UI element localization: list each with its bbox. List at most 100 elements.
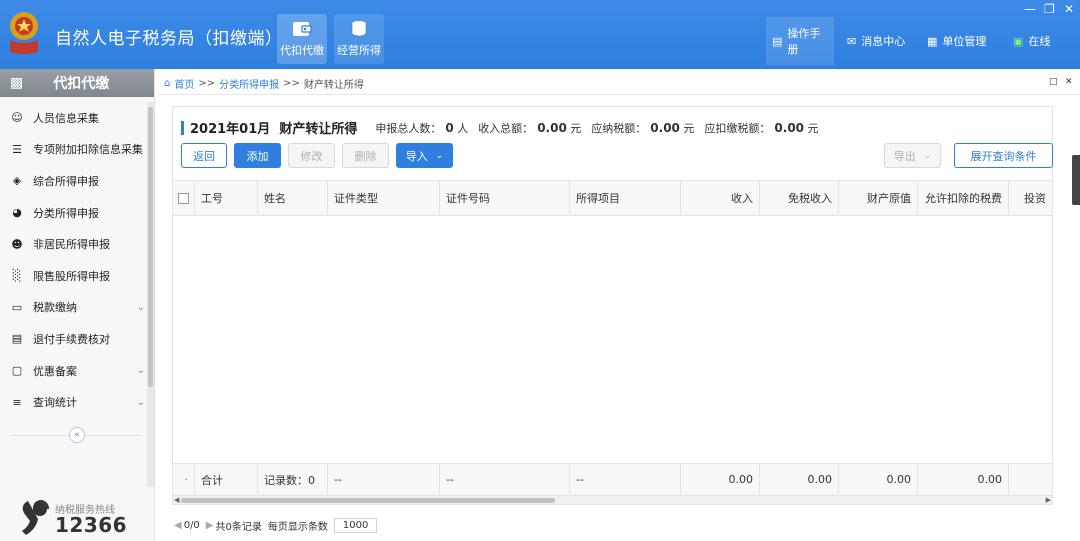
- next-page-icon[interactable]: ▶: [206, 520, 214, 531]
- sidebar-item[interactable]: ▤ 退付手续费核对: [0, 323, 147, 355]
- online-status-button[interactable]: ▣ 在线: [1013, 17, 1050, 65]
- sidebar-item[interactable]: ◕ 分类所得申报: [0, 197, 147, 229]
- sidebar-item[interactable]: ▢ 优惠备案 ⌄: [0, 355, 147, 387]
- col-id-number[interactable]: 证件号码: [440, 181, 570, 215]
- col-tax-free-income[interactable]: 免税收入: [760, 181, 839, 215]
- col-original-value[interactable]: 财产原值: [839, 181, 918, 215]
- edit-button[interactable]: 修改: [288, 143, 335, 168]
- sidebar-item-label: 人员信息采集: [33, 111, 99, 125]
- scroll-left-icon[interactable]: ◀: [174, 496, 179, 504]
- stat-unit: 元: [570, 121, 582, 135]
- back-button[interactable]: 返回: [181, 143, 227, 168]
- footer-investment: [1009, 464, 1052, 495]
- stat-unit: 元: [683, 121, 695, 135]
- sidebar-item-label: 税款缴纳: [33, 301, 77, 315]
- restore-tab-icon[interactable]: □: [1049, 77, 1058, 87]
- main-content: ⌂ 首页 >> 分类所得申报 >> 财产转让所得 □ ✕ 2021年01月 财产…: [156, 69, 1080, 541]
- import-dropdown-button[interactable]: 导入 ⌄: [396, 143, 453, 168]
- per-page-label: 每页显示条数: [267, 522, 328, 533]
- panel-title-row: 2021年01月 财产转让所得 申报总人数： 0 人 收入总额： 0.00 元 应纳…: [181, 118, 829, 137]
- title-accent-bar: [181, 120, 184, 135]
- sidebar-item[interactable]: ◈ 综合所得申报: [0, 165, 147, 197]
- user-icon: ☻: [11, 237, 23, 251]
- col-employee-id[interactable]: 工号: [195, 181, 258, 215]
- message-center-label: 消息中心: [861, 35, 906, 48]
- breadcrumb-home[interactable]: 首页: [174, 76, 194, 91]
- collapse-sidebar-button[interactable]: «: [69, 427, 85, 443]
- total-records: 共0条记录: [215, 522, 262, 533]
- chevron-down-icon: ⌄: [923, 150, 932, 160]
- chevron-down-icon: ⌄: [136, 301, 145, 313]
- message-center-button[interactable]: ✉ 消息中心: [847, 17, 905, 65]
- export-label: 导出: [893, 150, 916, 163]
- online-label: 在线: [1028, 35, 1051, 48]
- sidebar-item[interactable]: ☰ 专项附加扣除信息采集: [0, 134, 147, 166]
- scroll-right-icon[interactable]: ▶: [1046, 496, 1051, 504]
- breadcrumb-current: 财产转让所得: [303, 80, 364, 91]
- add-button[interactable]: 添加: [234, 143, 281, 168]
- stat-tax-withheld: 应扣缴税额： 0.00 元: [704, 120, 818, 136]
- col-name[interactable]: 姓名: [258, 181, 328, 215]
- select-all-checkbox[interactable]: [178, 192, 189, 204]
- delete-button[interactable]: 删除: [342, 143, 389, 168]
- breadcrumb-divider: [156, 94, 1080, 95]
- table-horizontal-scrollbar[interactable]: ◀ ▶: [173, 495, 1052, 504]
- footer-income-item: --: [570, 464, 681, 495]
- document-icon: ▢: [11, 364, 23, 378]
- building-icon: ▦: [927, 34, 938, 48]
- col-income[interactable]: 收入: [681, 181, 760, 215]
- wallet-icon: [293, 22, 312, 36]
- footer-total-label: 合计: [195, 464, 258, 495]
- sidebar-item-label: 查询统计: [33, 396, 77, 410]
- sidebar-scrollbar[interactable]: [147, 102, 154, 487]
- sidebar-item[interactable]: ▭ 税款缴纳 ⌄: [0, 292, 147, 324]
- sidebar-item[interactable]: ☻ 非居民所得申报: [0, 228, 147, 260]
- online-icon: ▣: [1013, 34, 1024, 48]
- sidebar-item[interactable]: ☺ 人员信息采集: [0, 102, 147, 134]
- app-title: 自然人电子税务局（扣缴端）: [55, 29, 283, 49]
- bar-chart-icon: ░: [12, 269, 22, 283]
- manual-button[interactable]: ▤ 操作手册: [766, 17, 834, 65]
- chevron-down-icon: ⌄: [136, 365, 145, 377]
- breadcrumb-separator: >>: [283, 78, 300, 89]
- person-icon: ☺: [11, 111, 23, 125]
- page-position: 0/0: [183, 520, 200, 531]
- search-list-icon: ≡: [12, 395, 22, 409]
- per-page-input[interactable]: 1000: [333, 518, 378, 533]
- unit-management-button[interactable]: ▦ 单位管理: [927, 17, 986, 65]
- sidebar-item[interactable]: ≡ 查询统计 ⌄: [0, 386, 147, 418]
- tax-emblem-icon: [10, 12, 38, 54]
- restore-icon[interactable]: ❐: [1044, 2, 1055, 16]
- col-deductible-tax[interactable]: 允许扣除的税费: [918, 181, 1009, 215]
- col-income-item[interactable]: 所得项目: [570, 181, 681, 215]
- sidebar-item-label: 综合所得申报: [33, 174, 99, 188]
- pager: ◀ 0/0 ▶ 共0条记录 每页显示条数 1000: [174, 518, 378, 533]
- headset-icon: [22, 499, 49, 535]
- side-grip-handle[interactable]: [1072, 155, 1080, 205]
- prev-page-icon[interactable]: ◀: [174, 520, 182, 531]
- stat-total-income: 收入总额： 0.00 元: [478, 120, 581, 136]
- footer-id-type: --: [328, 464, 440, 495]
- coins-icon: [351, 21, 367, 37]
- select-all-cell: [173, 181, 195, 215]
- receipt-icon: ▤: [11, 332, 23, 346]
- breadcrumb: ⌂ 首页 >> 分类所得申报 >> 财产转让所得: [164, 76, 364, 91]
- col-investment[interactable]: 投资: [1009, 181, 1052, 215]
- table-scroll-thumb[interactable]: [181, 498, 555, 503]
- expand-query-button[interactable]: 展开查询条件: [954, 143, 1053, 168]
- close-icon[interactable]: ✕: [1064, 2, 1074, 16]
- close-tab-icon[interactable]: ✕: [1065, 77, 1073, 87]
- footer-deductible-tax: 0.00: [918, 464, 1009, 495]
- module-withholding-button[interactable]: 代扣代缴: [277, 14, 327, 64]
- sidebar-item[interactable]: ░ 限售股所得申报: [0, 260, 147, 292]
- sidebar: ▩ 代扣代缴 ☺ 人员信息采集 ☰ 专项附加扣除信息采集 ◈ 综合所得申报 ◕ 分类所得申报 ☻…: [0, 69, 155, 541]
- module-business-income-button[interactable]: 经营所得: [334, 14, 384, 64]
- panel-title: 2021年01月 财产转让所得: [190, 122, 358, 137]
- col-id-type[interactable]: 证件类型: [328, 181, 440, 215]
- minimize-icon[interactable]: —: [1024, 2, 1036, 16]
- breadcrumb-level1[interactable]: 分类所得申报: [219, 76, 279, 91]
- export-dropdown-button[interactable]: 导出 ⌄: [884, 143, 941, 168]
- chevron-down-icon: ⌄: [435, 150, 444, 160]
- sidebar-scroll-thumb[interactable]: [148, 107, 153, 387]
- sidebar-title: 代扣代缴: [53, 76, 110, 92]
